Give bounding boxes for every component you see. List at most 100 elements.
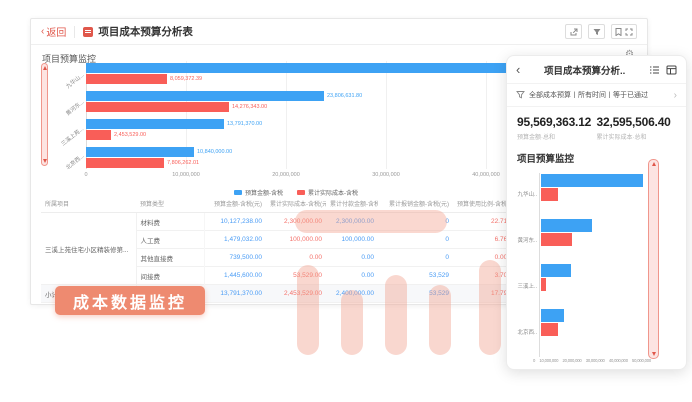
panel-section-title: 项目预算监控 [507,147,686,167]
mobile-preview-panel: ‹ 项目成本预算分析.. 全部成本预算丨所有时间丨等于已通过 › 95,569,… [506,55,687,370]
x-tick-label: 10,000,000 [172,172,200,178]
value-cell: 0 [378,249,453,267]
bar-value-label: 14,276,343.00 [232,104,267,110]
value-cell: 5,019,004.01 [266,303,326,306]
back-link[interactable]: ‹ 返回 [41,24,66,39]
metric-value: 95,569,363.12 [517,115,597,129]
bar[interactable] [86,147,194,157]
value-cell: 0 [378,213,453,231]
value-cell: 1,479,032.00 [204,231,266,249]
bar-row [541,277,643,291]
bar-group [541,218,643,246]
window-title: 项目成本预算分析表 [98,24,193,39]
bar-row [541,218,643,232]
budget-type-cell: 间接费 [136,267,204,285]
chevron-right-icon: › [674,90,677,101]
x-tick-label: 0 [84,172,87,178]
bar[interactable] [541,264,571,277]
bar[interactable] [86,130,111,140]
chart-vertical-scrollbar[interactable] [41,63,48,166]
panel-chart-groups [539,173,643,357]
metric-value: 32,595,506.40 [597,115,677,129]
value-cell: 53,529 [378,285,453,303]
bar[interactable] [86,102,229,112]
column-header: 所属项目 [41,195,136,213]
value-cell: 10,127,238.00 [204,213,266,231]
panel-metrics: 95,569,363.12 预算金额·总和 32,595,506.40 累计实际… [507,107,686,147]
value-cell: 5,019,004.01 [326,303,378,306]
bar[interactable] [86,158,164,168]
x-tick-label: 10,000,000 [539,358,558,363]
bar-value-label: 8,059,372.39 [170,76,202,82]
value-cell: 100,000.00 [266,231,326,249]
budget-type-cell: 材料费 [136,213,204,231]
budget-type-cell: 其他直接费 [136,249,204,267]
bar-value-label: 7,806,262.01 [167,160,199,166]
value-cell: 7,240,000.00 [204,303,266,306]
bar-group [541,173,643,201]
bar-group [541,308,643,336]
x-tick-label: 30,000,000 [586,358,605,363]
project-cell: 三溪上苑住宅小区精装修第... [41,213,136,285]
column-header: 累计报销金额-含税(元) [378,195,453,213]
bar-value-label: 13,791,370.00 [227,121,262,127]
bar[interactable] [541,309,564,322]
x-tick-label: 40,000,000 [609,358,628,363]
x-tick-label: 50,000,000 [632,358,651,363]
bar[interactable] [541,188,558,201]
funnel-icon [516,86,525,104]
value-cell: 13,791,370.00 [204,285,266,303]
panel-header: ‹ 项目成本预算分析.. [507,56,686,83]
back-label: 返回 [46,24,66,39]
metric-actual-cost-total: 32,595,506.40 累计实际成本·总和 [597,115,677,141]
panel-chart-xticks: 010,000,00020,000,00030,000,00040,000,00… [533,358,651,363]
bar[interactable] [86,119,224,129]
value-cell: 2,300,000.00 [266,213,326,231]
bar[interactable] [86,63,557,73]
column-header: 累计实际成本-含税(元) [266,195,326,213]
filter-button[interactable] [588,24,605,39]
panel-chart-scrollbar[interactable] [648,159,659,359]
x-tick-label: 20,000,000 [272,172,300,178]
budget-type-cell: 人工费 [136,231,204,249]
value-cell: 0.00 [266,249,326,267]
value-cell: 739,500.00 [204,249,266,267]
bar[interactable] [86,91,324,101]
category-label: 九华山.. [513,171,537,217]
bar[interactable] [541,174,643,187]
category-label: 三溪上.. [513,263,537,309]
share-button[interactable] [565,24,582,39]
value-cell: 2,300,000.00 [326,213,378,231]
filter-summary: 全部成本预算丨所有时间丨等于已通过 [529,90,670,100]
panel-filter-bar[interactable]: 全部成本预算丨所有时间丨等于已通过 › [507,83,686,107]
bar-value-label: 10,840,000.00 [197,149,232,155]
screen: ‹ 返回 项目成本预算分析表 [0,0,692,402]
panel-title: 项目成本预算分析.. [520,63,649,77]
value-cell: 0.00 [326,267,378,285]
metric-caption: 预算金额·总和 [517,132,597,141]
column-header: 累计付款金额-含税(元) [326,195,378,213]
bar[interactable] [541,219,592,232]
bar[interactable] [541,233,572,246]
report-icon [83,27,93,37]
value-cell: 2,400,000.00 [326,285,378,303]
bar-row [541,232,643,246]
table-view-icon[interactable] [666,65,677,75]
bar-value-label: 23,806,631.80 [327,93,362,99]
bar-value-label: 2,453,529.00 [114,132,146,138]
value-cell: 100,000.00 [326,231,378,249]
bar-row [541,308,643,322]
bar[interactable] [541,323,558,336]
value-cell: 0.00 [326,249,378,267]
metric-caption: 累计实际成本·总和 [597,132,677,141]
value-cell: 0 [378,303,453,306]
share-icon [570,28,578,36]
back-arrow-icon: ‹ [41,26,44,37]
panel-chart-categories: 九华山..黄河东..三溪上..北京西.. [513,171,537,355]
list-view-icon[interactable] [649,65,660,75]
bar-group [541,263,643,291]
bar-row [541,322,643,336]
more-tools-button[interactable] [611,24,637,39]
bar[interactable] [541,278,546,291]
bar[interactable] [86,74,167,84]
